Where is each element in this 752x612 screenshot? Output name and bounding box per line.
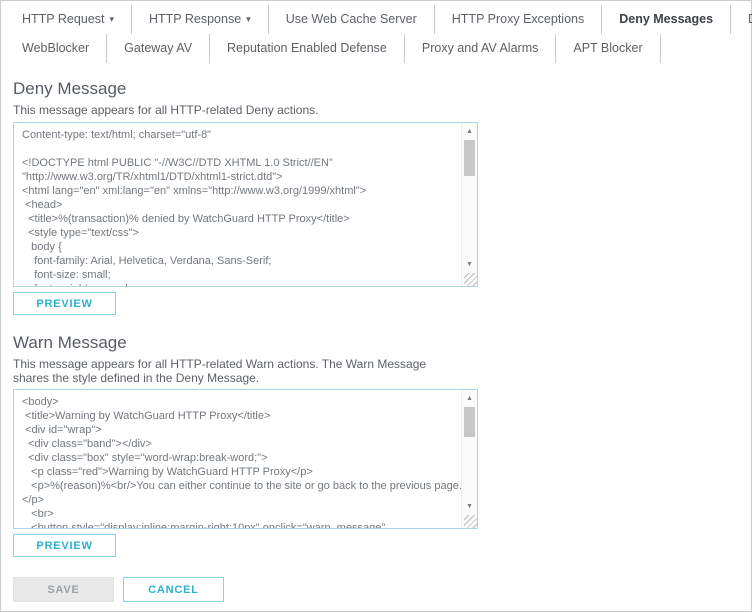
tab-deny-messages[interactable]: Deny Messages bbox=[602, 5, 732, 34]
scroll-thumb[interactable] bbox=[464, 407, 475, 437]
scroll-thumb[interactable] bbox=[464, 140, 475, 176]
tab-http-request[interactable]: HTTP Request ▾ bbox=[5, 5, 132, 34]
tab-label: HTTP Proxy Exceptions bbox=[451, 12, 585, 26]
warn-message-textarea[interactable]: <body> <title>Warning by WatchGuard HTTP… bbox=[13, 389, 478, 529]
tab-label: HTTP Request bbox=[22, 12, 105, 26]
tab-label: WebBlocker bbox=[22, 41, 90, 55]
footer-actions: SAVE CANCEL bbox=[13, 577, 739, 602]
tab-label: Proxy and AV Alarms bbox=[421, 41, 539, 55]
warn-message-description: This message appears for all HTTP-relate… bbox=[13, 357, 427, 385]
warn-message-heading: Warn Message bbox=[13, 333, 127, 352]
tab-label: Gateway AV bbox=[124, 41, 193, 55]
warn-preview-button[interactable]: PREVIEW bbox=[13, 534, 116, 557]
main-content: Deny Message This message appears for al… bbox=[1, 79, 751, 602]
tab-http-proxy-exceptions[interactable]: HTTP Proxy Exceptions bbox=[435, 5, 603, 34]
scroll-down-icon[interactable]: ▼ bbox=[462, 257, 477, 271]
tab-bar-row2: WebBlocker Gateway AV Reputation Enabled… bbox=[5, 34, 751, 63]
tab-http-response[interactable]: HTTP Response ▾ bbox=[132, 5, 269, 34]
tab-label: Use Web Cache Server bbox=[285, 12, 417, 26]
tab-label: Reputation Enabled Defense bbox=[227, 41, 387, 55]
tab-use-web-cache-server[interactable]: Use Web Cache Server bbox=[269, 5, 435, 34]
tab-label: HTTP Response bbox=[148, 12, 242, 26]
scroll-up-icon[interactable]: ▲ bbox=[462, 391, 477, 405]
warn-message-code-text: <body> <title>Warning by WatchGuard HTTP… bbox=[22, 396, 461, 528]
tab-label: Data Loss Prevention bbox=[748, 12, 752, 26]
resize-grip[interactable] bbox=[464, 515, 477, 528]
deny-message-code-text: Content-type: text/html; charset="utf-8"… bbox=[22, 129, 367, 286]
deny-messages-page: { "icons": { "caret_down": "▾", "scroll_… bbox=[0, 0, 752, 612]
scroll-down-icon[interactable]: ▼ bbox=[462, 499, 477, 513]
save-button[interactable]: SAVE bbox=[13, 577, 114, 602]
tab-label: Deny Messages bbox=[619, 12, 714, 26]
tab-proxy-and-av-alarms[interactable]: Proxy and AV Alarms bbox=[405, 34, 557, 63]
tab-bar-row1: HTTP Request ▾ HTTP Response ▾ Use Web C… bbox=[5, 5, 752, 34]
tab-apt-blocker[interactable]: APT Blocker bbox=[556, 34, 661, 63]
deny-preview-button[interactable]: PREVIEW bbox=[13, 292, 116, 315]
chevron-down-icon: ▾ bbox=[246, 13, 251, 24]
tab-gateway-av[interactable]: Gateway AV bbox=[107, 34, 211, 63]
deny-message-heading: Deny Message bbox=[13, 79, 127, 98]
deny-message-textarea[interactable]: Content-type: text/html; charset="utf-8"… bbox=[13, 122, 478, 287]
tab-reputation-enabled-defense[interactable]: Reputation Enabled Defense bbox=[210, 34, 405, 63]
tab-label: APT Blocker bbox=[573, 41, 643, 55]
chevron-down-icon: ▾ bbox=[109, 13, 114, 24]
deny-message-description: This message appears for all HTTP-relate… bbox=[13, 103, 319, 117]
resize-grip[interactable] bbox=[464, 273, 477, 286]
deny-scrollbar[interactable]: ▲ ▼ bbox=[461, 123, 477, 286]
warn-scrollbar[interactable]: ▲ ▼ bbox=[461, 390, 477, 528]
scroll-up-icon[interactable]: ▲ bbox=[462, 124, 477, 138]
tab-webblocker[interactable]: WebBlocker bbox=[5, 34, 108, 63]
cancel-button[interactable]: CANCEL bbox=[123, 577, 224, 602]
tab-data-loss-prevention[interactable]: Data Loss Prevention bbox=[731, 5, 752, 34]
